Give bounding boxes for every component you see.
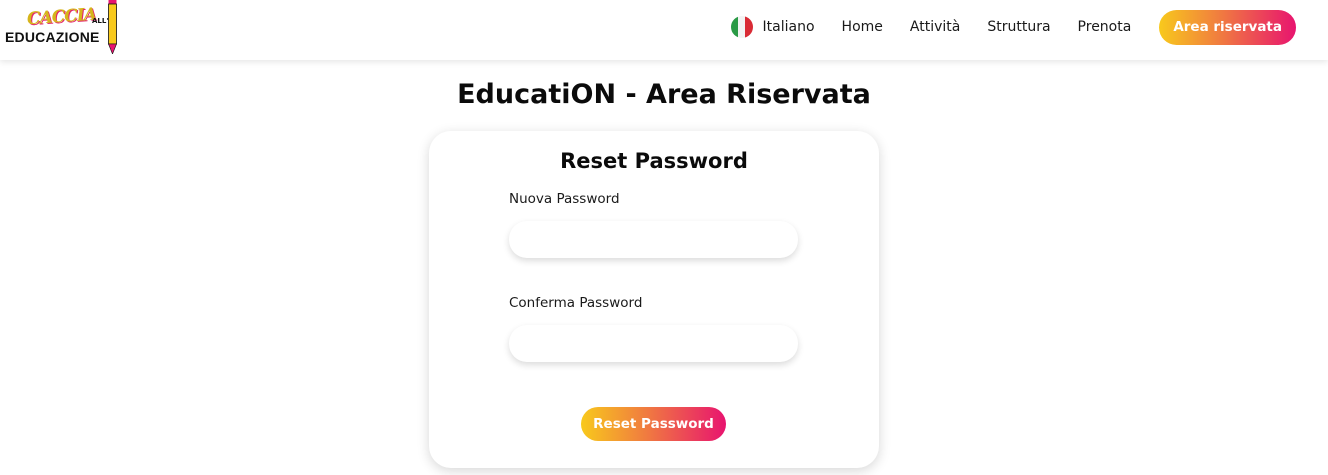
nav-link-struttura[interactable]: Struttura xyxy=(987,19,1050,35)
logo-main-text: EDUCAZIONE xyxy=(5,29,100,45)
main-nav: Italiano Home Attività Struttura Prenota… xyxy=(730,9,1296,45)
logo-script-text: CACCIA xyxy=(26,4,97,30)
pencil-icon xyxy=(108,0,117,54)
nav-link-prenota[interactable]: Prenota xyxy=(1078,19,1132,35)
italy-flag-icon xyxy=(730,16,753,38)
card-title: Reset Password xyxy=(560,149,748,173)
page-title: EducatiON - Area Riservata xyxy=(457,79,871,110)
confirm-password-label: Conferma Password xyxy=(509,295,643,311)
area-riservata-button[interactable]: Area riservata xyxy=(1159,9,1296,45)
nav-link-home[interactable]: Home xyxy=(842,19,883,35)
reset-password-card: Reset Password Nuova Password Conferma P… xyxy=(429,131,879,468)
nav-link-attivita[interactable]: Attività xyxy=(910,19,960,35)
new-password-input[interactable] xyxy=(509,221,798,258)
reset-password-button[interactable]: Reset Password xyxy=(581,407,726,441)
new-password-label: Nuova Password xyxy=(509,191,620,207)
confirm-password-input[interactable] xyxy=(509,325,798,362)
logo-small-text: ALL' xyxy=(92,17,109,25)
site-header: CACCIA ALL' EDUCAZIONE Italiano Home Att… xyxy=(0,0,1328,60)
language-label: Italiano xyxy=(762,19,815,35)
language-selector[interactable]: Italiano xyxy=(730,16,815,38)
site-logo[interactable]: CACCIA ALL' EDUCAZIONE xyxy=(4,0,120,56)
